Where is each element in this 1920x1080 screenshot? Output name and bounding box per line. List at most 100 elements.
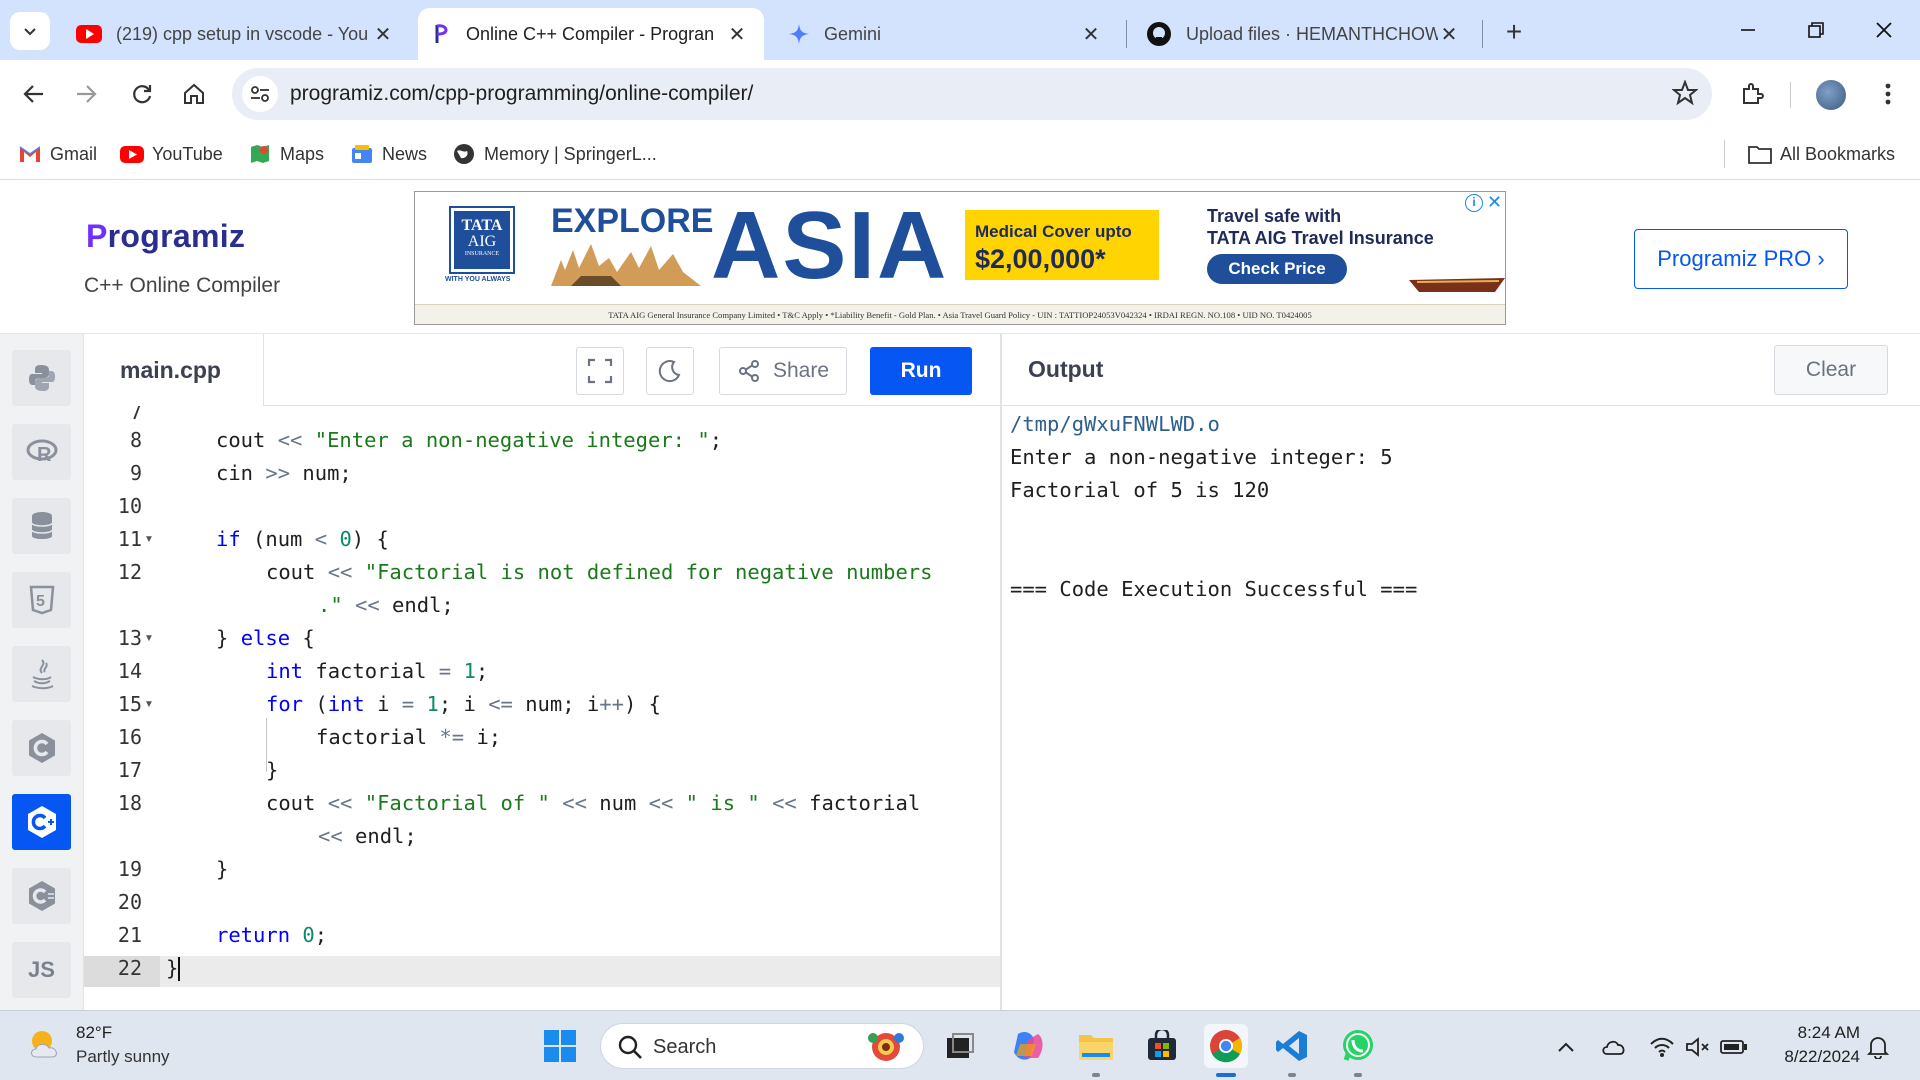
home-button[interactable]: [174, 74, 214, 114]
clear-button[interactable]: Clear: [1774, 345, 1888, 395]
onedrive-tray[interactable]: [1600, 1033, 1628, 1061]
running-indicator: [1354, 1073, 1362, 1077]
taskbar-copilot[interactable]: [1006, 1024, 1050, 1068]
output-console[interactable]: /tmp/gWxuFNWLWD.o Enter a non-negative i…: [1002, 406, 1920, 1010]
address-bar[interactable]: programiz.com/cpp-programming/online-com…: [232, 68, 1712, 120]
bookmark-label: Memory | SpringerL...: [484, 143, 657, 164]
weather-description[interactable]: Partly sunny: [76, 1047, 170, 1067]
programiz-logo[interactable]: Programiz: [86, 218, 245, 255]
new-tab-button[interactable]: +: [1494, 12, 1534, 52]
lang-csharp-button[interactable]: [12, 868, 71, 924]
clock-time[interactable]: 8:24 AM: [1784, 1023, 1860, 1043]
ad-choices-icon[interactable]: i: [1465, 194, 1483, 212]
taskbar-task-view[interactable]: [938, 1024, 982, 1068]
code-line: }: [166, 956, 181, 981]
taskbar-store[interactable]: [1140, 1024, 1184, 1068]
lang-java-button[interactable]: [12, 646, 71, 702]
bookmark-gmail[interactable]: Gmail: [18, 140, 97, 168]
restore-button[interactable]: [1794, 10, 1838, 50]
code-line: factorial *= i;: [316, 725, 502, 749]
close-icon[interactable]: ✕: [726, 22, 748, 47]
taskbar-chrome[interactable]: [1204, 1024, 1248, 1068]
output-line: === Code Execution Successful ===: [1010, 577, 1418, 601]
site-info-button[interactable]: [242, 76, 278, 112]
bookmark-star-button[interactable]: [1671, 79, 1700, 108]
tab-search-button[interactable]: [10, 12, 50, 50]
tab-programiz[interactable]: Online C++ Compiler - Progran ✕: [418, 8, 764, 60]
code-line: if (num < 0) {: [216, 527, 389, 551]
fold-arrow-icon[interactable]: ▼: [144, 699, 154, 710]
back-button[interactable]: [14, 74, 54, 114]
lang-js-button[interactable]: JS: [12, 942, 71, 998]
globe-icon: [452, 142, 476, 166]
tab-github[interactable]: Upload files · HEMANTHCHOWI ✕: [1130, 8, 1476, 60]
tab-gemini[interactable]: Gemini ✕: [772, 8, 1118, 60]
minimize-button[interactable]: [1726, 10, 1770, 50]
close-icon[interactable]: ✕: [1080, 22, 1102, 47]
fold-arrow-icon[interactable]: ▼: [144, 633, 154, 644]
moon-icon: [658, 360, 681, 383]
weather-temperature[interactable]: 82°F: [76, 1023, 112, 1043]
extensions-button[interactable]: [1732, 74, 1772, 114]
close-icon[interactable]: ✕: [372, 22, 394, 47]
youtube-icon: [76, 25, 102, 43]
programiz-pro-button[interactable]: Programiz PRO ›: [1634, 229, 1848, 289]
close-window-button[interactable]: [1862, 10, 1906, 50]
all-bookmarks-button[interactable]: All Bookmarks: [1748, 140, 1895, 168]
show-hidden-icons[interactable]: [1552, 1033, 1580, 1061]
lang-sql-button[interactable]: [12, 498, 71, 554]
output-line: /tmp/gWxuFNWLWD.o: [1010, 412, 1220, 436]
chevron-down-icon: [24, 28, 36, 36]
svg-text:R: R: [37, 444, 52, 465]
fold-arrow-icon[interactable]: ▼: [144, 534, 154, 545]
taskbar-search[interactable]: Search: [600, 1023, 924, 1069]
start-button[interactable]: [538, 1024, 582, 1068]
bookmark-springer[interactable]: Memory | SpringerL...: [452, 140, 657, 168]
notifications-button[interactable]: [1864, 1033, 1892, 1061]
run-button[interactable]: Run: [870, 347, 972, 395]
taskbar-whatsapp[interactable]: [1336, 1024, 1380, 1068]
output-line: Enter a non-negative integer: 5: [1010, 445, 1393, 469]
profile-avatar[interactable]: [1816, 80, 1846, 110]
search-icon: [618, 1035, 642, 1059]
page-subtitle: C++ Online Compiler: [84, 274, 281, 297]
bookmark-youtube[interactable]: YouTube: [120, 140, 223, 168]
ad-brand-tag: WITH YOU ALWAYS: [445, 276, 511, 283]
file-tab[interactable]: main.cpp: [84, 334, 264, 406]
line-number: 17: [117, 758, 142, 782]
forward-button[interactable]: [66, 74, 106, 114]
lang-r-button[interactable]: R: [12, 424, 71, 480]
reload-button[interactable]: [122, 74, 162, 114]
battery-tray[interactable]: [1720, 1033, 1748, 1061]
tab-youtube[interactable]: (219) cpp setup in vscode - You ✕: [60, 8, 410, 60]
ad-brand-mid: AIG: [467, 233, 497, 250]
bookmark-label: YouTube: [152, 143, 223, 164]
dark-mode-button[interactable]: [646, 347, 694, 395]
whatsapp-icon: [1343, 1030, 1373, 1061]
gemini-icon: [789, 24, 809, 44]
close-icon[interactable]: ✕: [1438, 22, 1460, 47]
share-button[interactable]: Share: [719, 347, 847, 395]
taskbar-file-explorer[interactable]: [1074, 1024, 1118, 1068]
lang-cpp-button[interactable]: [12, 794, 71, 850]
menu-button[interactable]: [1868, 74, 1908, 114]
ad-close-icon[interactable]: ✕: [1487, 192, 1502, 213]
lang-python-button[interactable]: [12, 350, 71, 406]
fullscreen-button[interactable]: [576, 347, 624, 395]
advertisement-banner[interactable]: TATA AIG INSURANCE WITH YOU ALWAYS EXPLO…: [414, 191, 1506, 325]
lang-html-button[interactable]: 5: [12, 572, 71, 628]
taskbar-vscode[interactable]: [1270, 1024, 1314, 1068]
code-editor[interactable]: 7 8 9 10 11 ▼ 12 13 ▼ 14 15 ▼ 16 17 18 1…: [84, 406, 1000, 1010]
youtube-icon: [120, 142, 144, 166]
lang-c-button[interactable]: [12, 720, 71, 776]
wifi-tray[interactable]: [1648, 1033, 1676, 1061]
bookmark-maps[interactable]: Maps: [248, 140, 324, 168]
line-number: 7: [129, 406, 142, 424]
bookmark-news[interactable]: News: [350, 140, 427, 168]
line-number: 20: [117, 890, 142, 914]
ad-cta-button[interactable]: Check Price: [1207, 254, 1347, 284]
clock-date[interactable]: 8/22/2024: [1760, 1047, 1860, 1067]
partly-sunny-icon[interactable]: [26, 1025, 66, 1065]
code-line: int factorial = 1;: [266, 659, 489, 683]
volume-tray[interactable]: [1684, 1033, 1712, 1061]
